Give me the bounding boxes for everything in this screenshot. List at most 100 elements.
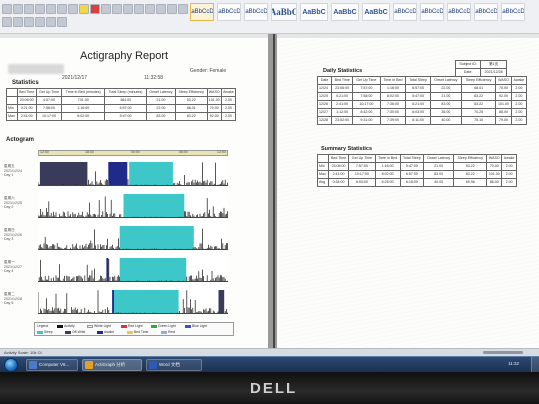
legend-item: Green Light [151, 324, 176, 328]
legend-swatch [65, 330, 71, 334]
taskbar-item-word[interactable]: Word 文档 [146, 359, 202, 371]
column-header: Date [316, 76, 333, 85]
system-clock[interactable]: 11:32 [508, 361, 519, 366]
align-right-icon[interactable] [13, 16, 23, 27]
table-row: 23:06:00 4:57:00 731.00 384.00 21.00 53.… [6, 96, 237, 105]
table-cell: Max [317, 170, 329, 179]
style-subtle-emphasis[interactable]: AaBbCcDc [393, 3, 417, 21]
actogram-time-axis: 12:00 18:00 00:00 06:00 12:00 [38, 150, 228, 156]
table-cell: 83.22 [460, 92, 497, 101]
table-cell: 53.22 [453, 162, 488, 171]
style-heading-2[interactable]: AaBbC [300, 3, 328, 21]
table-cell: 6:57:00 [405, 84, 431, 93]
style-subtitle[interactable]: AaBbC [362, 3, 390, 21]
start-button[interactable] [4, 358, 18, 372]
align-left-icon[interactable] [178, 4, 188, 14]
table-cell: 10:17:00 [352, 100, 381, 109]
legend-swatch [151, 324, 157, 328]
column-header: Awake [220, 88, 237, 97]
legend-swatch [57, 324, 63, 328]
table-cell: 6:25:00 [374, 178, 401, 187]
table-row: Min 23:06:00 7:57:00 1:16:00 5:47:00 21.… [317, 162, 517, 171]
table-cell: 9:31:00 [352, 116, 381, 125]
decrease-indent-icon[interactable] [134, 4, 144, 14]
style-no-spacing[interactable]: AaBbCcDc [217, 3, 241, 21]
legend-label: Red Light [128, 324, 143, 328]
bold-icon[interactable] [2, 4, 12, 14]
sort-icon[interactable] [156, 4, 166, 14]
sleep-band [123, 194, 185, 217]
line-spacing-icon[interactable] [35, 16, 45, 27]
table-cell: Min [6, 104, 18, 113]
table-row: 12/25 0:21:00 7:58:00 8:02:00 5:47:00 21… [316, 92, 528, 101]
show-marks-icon[interactable] [167, 4, 177, 14]
sleep-band [39, 162, 88, 185]
table-cell: 7:57:00 [352, 84, 381, 93]
table-cell: 83.00 [145, 112, 176, 121]
text-effects-icon[interactable] [68, 4, 78, 14]
gender-label: Gender: Female [190, 68, 227, 74]
table-cell: Subject ID: [454, 60, 482, 69]
table-cell: 4:57:00 [35, 96, 63, 105]
highlight-icon[interactable] [79, 4, 89, 14]
style-title[interactable]: AaBbC [331, 3, 359, 21]
style-heading-1[interactable]: AaBbC [271, 3, 297, 21]
column-header: Get Up Time [35, 88, 63, 97]
taskbar-item-actigraph[interactable]: ActiGraph 分析 [82, 359, 142, 371]
column-header: Awake [510, 76, 528, 85]
table-cell: Min [317, 162, 329, 171]
underline-icon[interactable] [24, 4, 34, 14]
style-quote[interactable]: AaBbCcDc [501, 3, 525, 21]
style-intense-emphasis[interactable]: AaBbCcDc [447, 3, 471, 21]
taskbar-item-computer[interactable]: Computer V6... [26, 359, 78, 371]
table-cell: 88.00 [495, 108, 512, 117]
font-color-icon[interactable] [90, 4, 100, 14]
axis-tick-label: 18:00 [85, 150, 94, 154]
table-cell: 35.00 [429, 108, 462, 117]
table-row: 12/26 2:41:00 10:17:00 7:36:00 6:21:00 8… [316, 100, 528, 109]
column-header: Get Up Time [348, 154, 376, 163]
actogram-day-row: 星期五 2021/12/24 Day 1 [4, 158, 230, 186]
shading-icon[interactable] [46, 16, 56, 27]
align-center-icon[interactable] [2, 16, 12, 27]
style-compact[interactable]: AaBbCcDc [244, 3, 268, 21]
italic-icon[interactable] [13, 4, 23, 14]
sleep-band [119, 226, 194, 249]
column-header: Bed Time [327, 154, 350, 163]
table-cell: 40.00 [429, 116, 462, 125]
table-cell: 53.22 [174, 96, 208, 105]
column-header: Total Sleep [405, 76, 431, 85]
increase-indent-icon[interactable] [145, 4, 155, 14]
table-cell: 101.00 [486, 170, 503, 179]
style-normal[interactable]: AaBbCcDc [190, 3, 214, 21]
table-cell: 0:21:00 [331, 92, 354, 101]
sleep-band [119, 258, 187, 281]
axis-tick-label: 06:00 [179, 150, 188, 154]
bullets-icon[interactable] [101, 4, 111, 14]
table-cell: 7:58:00 [35, 104, 63, 113]
strikethrough-icon[interactable] [35, 4, 45, 14]
numbering-icon[interactable] [112, 4, 122, 14]
table-cell: 75.10 [460, 116, 497, 125]
table-cell: 83.00 [429, 100, 462, 109]
show-desktop-button[interactable] [531, 357, 539, 372]
style-strong[interactable]: AaBbCcDc [474, 3, 498, 21]
legend-label: Sleep [44, 330, 53, 334]
actogram-heading: Actogram [6, 137, 35, 143]
table-cell: 5:47:00 [399, 162, 425, 171]
superscript-icon[interactable] [57, 4, 67, 14]
table-cell: 21.00 [145, 96, 176, 105]
legend-item: Blue Light [185, 324, 207, 328]
column-header: Total Sleep [399, 154, 425, 163]
day-label: 星期六 2021/12/25 Day 2 [4, 196, 36, 210]
zoom-slider[interactable] [483, 351, 523, 354]
sleep-band [129, 162, 173, 185]
subscript-icon[interactable] [46, 4, 56, 14]
borders-icon[interactable] [57, 16, 67, 27]
justify-icon[interactable] [24, 16, 34, 27]
table-cell: 101.00 [495, 100, 512, 109]
multilevel-list-icon[interactable] [123, 4, 133, 14]
day-label: 星期五 2021/12/24 Day 1 [4, 164, 36, 178]
day-label: 星期一 2021/12/27 Day 4 [4, 260, 36, 274]
style-emphasis[interactable]: AaBbCcDc [420, 3, 444, 21]
